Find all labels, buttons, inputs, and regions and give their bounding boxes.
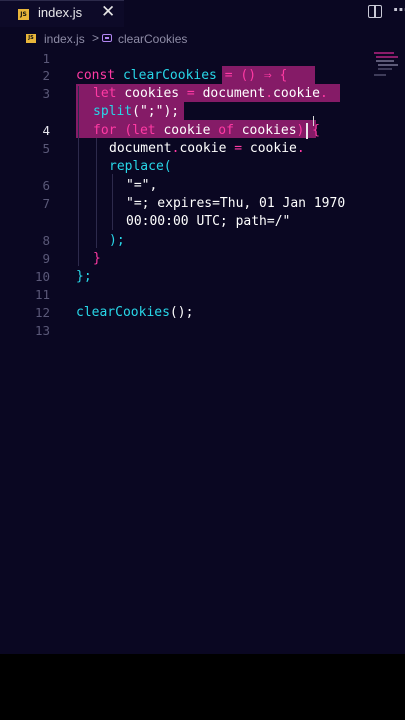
code-line: for (let cookie of cookies) {: [93, 122, 320, 140]
code-token: "=",: [126, 178, 158, 193]
code-line: const clearCookies = () ⇒ {: [76, 67, 287, 85]
line-number-active: 4: [42, 123, 50, 138]
code-line: clearCookies();: [76, 304, 193, 322]
code-token: replace: [109, 159, 164, 174]
line-number: 12: [34, 305, 50, 320]
code-token: (: [163, 159, 172, 174]
code-token: ) {: [296, 123, 321, 138]
code-line: );: [109, 232, 125, 250]
indent-guide: [78, 86, 79, 266]
js-file-icon: JS: [26, 34, 36, 43]
code-editor[interactable]: 1 2 3 4 5 6 7 8 9 10 11 12 13 const clea…: [0, 50, 405, 350]
code-token: document: [202, 86, 266, 101]
code-line: document.cookie = cookie.: [109, 140, 305, 158]
indent-guide: [112, 174, 113, 230]
code-token: cookies: [124, 86, 180, 101]
code-token: let: [93, 86, 125, 101]
code-token: (: [124, 123, 133, 138]
close-icon[interactable]: ✕: [101, 2, 115, 22]
code-line: 00:00:00 UTC; path=/": [126, 213, 290, 231]
code-token: split: [93, 104, 133, 119]
code-token: }: [93, 251, 101, 266]
line-number: 3: [42, 86, 50, 101]
code-token: = (): [216, 68, 264, 83]
breadcrumb: JS index.js > clearCookies: [0, 30, 405, 48]
symbol-function-icon: [102, 34, 112, 42]
code-line: replace(: [109, 158, 172, 176]
line-number: 1: [42, 51, 50, 66]
code-line: let cookies = document.cookie.: [93, 85, 328, 103]
code-line: split(";");: [93, 103, 179, 121]
code-token: ();: [169, 305, 194, 320]
breadcrumb-file[interactable]: index.js: [44, 32, 85, 46]
code-token: cookie: [273, 86, 321, 101]
code-line: "=; expires=Thu, 01 Jan 1970: [126, 195, 345, 213]
breadcrumb-symbol[interactable]: clearCookies: [118, 32, 187, 46]
code-token: for: [93, 123, 125, 138]
more-actions-icon[interactable]: ⋯: [393, 0, 405, 19]
code-token: cookie: [179, 141, 227, 156]
code-token: cookie: [249, 141, 297, 156]
code-token: clearCookies: [76, 305, 170, 320]
tab-bar: JS index.js ✕ ⋯: [0, 0, 405, 27]
code-token: document: [109, 141, 172, 156]
line-number: 5: [42, 141, 50, 156]
line-number: 6: [42, 178, 50, 193]
code-token: clearCookies: [122, 68, 217, 83]
code-token: (";");: [132, 104, 180, 119]
code-token: cookies: [241, 123, 297, 138]
letterbox-bar: [0, 654, 405, 720]
status-bar: [0, 644, 405, 654]
code-line: }: [93, 250, 101, 268]
js-file-icon: JS: [18, 9, 29, 20]
code-token: =: [226, 141, 250, 156]
code-token: .: [296, 141, 305, 156]
text-cursor: [306, 123, 308, 139]
code-line: };: [76, 268, 92, 286]
code-token: };: [76, 269, 92, 284]
code-token: ⇒: [263, 68, 272, 83]
indent-guide: [96, 138, 97, 248]
line-number: 9: [42, 251, 50, 266]
line-number: 10: [34, 269, 50, 284]
line-number: 11: [34, 287, 50, 302]
line-number: 7: [42, 196, 50, 211]
split-editor-icon[interactable]: [368, 5, 382, 18]
breadcrumb-separator: >: [92, 31, 100, 45]
mouse-ibeam-cursor: [313, 116, 314, 126]
line-number: 8: [42, 233, 50, 248]
code-token: const: [76, 68, 123, 83]
code-token: of: [218, 123, 242, 138]
code-token: let: [132, 123, 164, 138]
code-token: cookie: [163, 123, 219, 138]
tab-label: index.js: [38, 5, 83, 20]
code-line: "=",: [126, 177, 157, 195]
code-token: );: [109, 233, 125, 248]
code-token: {: [271, 68, 288, 83]
code-token: =: [179, 86, 203, 101]
code-token: .: [320, 86, 328, 101]
tab-index-js[interactable]: JS index.js ✕: [0, 0, 124, 27]
code-token: "=; expires=Thu, 01 Jan 1970: [126, 196, 346, 211]
line-number: 13: [34, 323, 50, 338]
code-token: .: [265, 86, 274, 101]
line-number: 2: [42, 68, 50, 83]
code-token: 00:00:00 UTC; path=/": [126, 214, 291, 229]
